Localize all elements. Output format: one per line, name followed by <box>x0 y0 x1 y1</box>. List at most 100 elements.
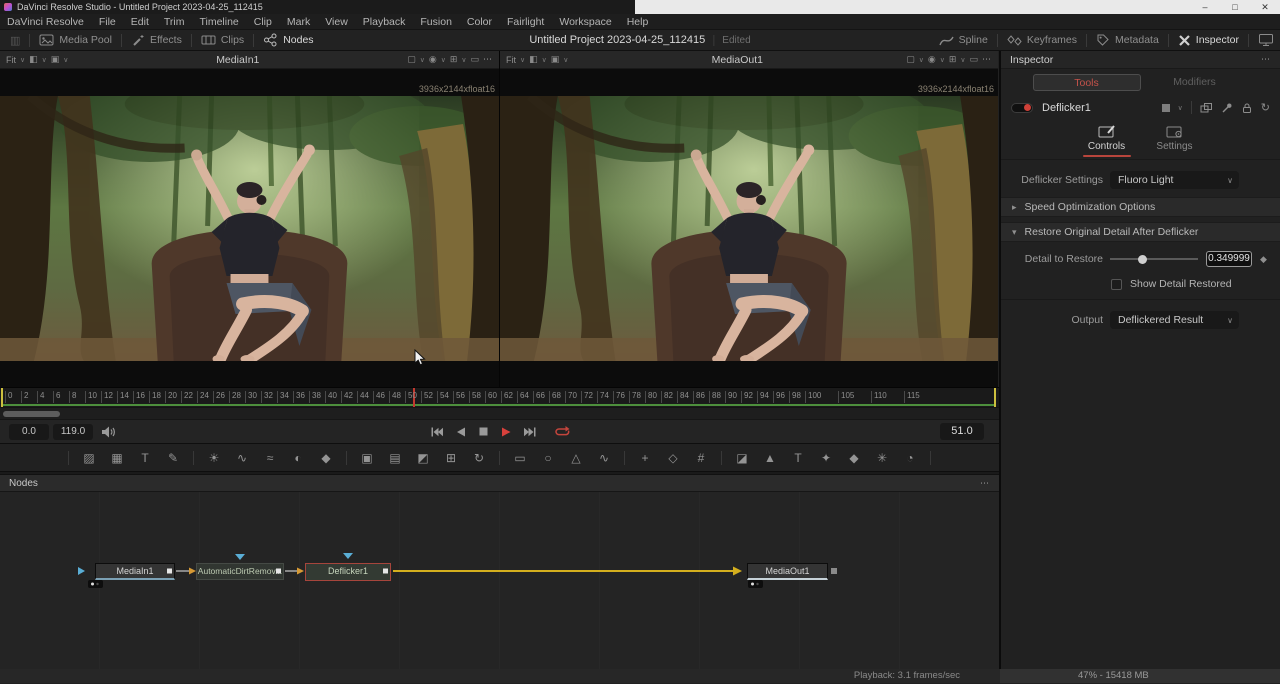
tool-image-plane-3d-icon[interactable]: ◪ <box>734 451 750 465</box>
page-switch-icon[interactable]: ▥ <box>10 34 20 47</box>
tool-color-corrector-icon[interactable]: ☀ <box>206 451 222 465</box>
pin-icon[interactable] <box>1221 102 1233 114</box>
node-canvas[interactable]: MediaIn1AutomaticDirtRemov...Deflicker1M… <box>0 492 999 669</box>
left-viewer-ab-icon[interactable]: ◧ <box>29 54 38 65</box>
nodes-button[interactable]: Nodes <box>263 33 313 47</box>
stop-button[interactable] <box>478 426 489 437</box>
tool-resize-icon[interactable]: ⊞ <box>443 451 459 465</box>
tab-controls[interactable]: Controls <box>1083 124 1131 158</box>
tool-particles-icon[interactable]: ✳ <box>874 451 890 465</box>
inspector-options-icon[interactable]: ⋯ <box>1261 54 1271 65</box>
minimize-icon[interactable]: – <box>1190 0 1220 14</box>
current-frame-field[interactable]: 51.0 <box>940 423 984 440</box>
right-viewer-roi-icon[interactable]: ⊞ <box>949 54 957 65</box>
goto-start-button[interactable] <box>430 426 444 438</box>
keyframes-button[interactable]: Keyframes <box>1007 34 1077 47</box>
tool-paint-icon[interactable]: ✎ <box>165 451 181 465</box>
menu-workspace[interactable]: Workspace <box>559 16 611 28</box>
in-point-field[interactable]: 0.0 <box>9 424 49 440</box>
right-viewer-options-icon[interactable]: ⋯ <box>982 54 992 65</box>
tool-text-3d-icon[interactable]: T <box>790 451 806 465</box>
menu-fairlight[interactable]: Fairlight <box>507 16 544 28</box>
metadata-button[interactable]: Metadata <box>1096 33 1159 47</box>
effects-button[interactable]: Effects <box>131 33 182 47</box>
maximize-icon[interactable]: □ <box>1220 0 1250 14</box>
menu-mark[interactable]: Mark <box>287 16 310 28</box>
left-viewer-zoom-dropdown[interactable]: Fit <box>6 55 16 65</box>
goto-end-button[interactable] <box>523 426 537 438</box>
menu-file[interactable]: File <box>99 16 116 28</box>
tool-brightness-contrast-icon[interactable]: ◐ <box>290 451 306 465</box>
lock-icon[interactable] <box>1241 102 1253 114</box>
tool-polygon-mask-icon[interactable]: △ <box>568 451 584 465</box>
tool-merge-3d-icon[interactable]: ◆ <box>846 451 862 465</box>
menu-view[interactable]: View <box>325 16 348 28</box>
right-viewer-overlay-icon[interactable]: ▢ <box>906 54 915 65</box>
left-viewer-overlay-icon[interactable]: ▢ <box>407 54 416 65</box>
show-detail-restored-checkbox[interactable] <box>1111 279 1122 290</box>
output-select[interactable]: Deflickered Result ∨ <box>1110 311 1239 329</box>
restore-detail-section[interactable]: ▾ Restore Original Detail After Deflicke… <box>1001 222 1280 242</box>
tab-settings[interactable]: Settings <box>1151 124 1199 158</box>
tool-color-curves-icon[interactable]: ∿ <box>234 451 250 465</box>
reset-icon[interactable]: ↻ <box>1261 101 1270 114</box>
menu-davinci-resolve[interactable]: DaVinci Resolve <box>7 16 84 28</box>
tool-bspline-mask-icon[interactable]: ∿ <box>596 451 612 465</box>
tool-ellipse-mask-icon[interactable]: ○ <box>540 451 556 465</box>
tool-shape-3d-icon[interactable]: ▲ <box>762 451 778 465</box>
menu-timeline[interactable]: Timeline <box>199 16 238 28</box>
speed-optimization-section[interactable]: ▸ Speed Optimization Options <box>1001 197 1280 217</box>
menu-trim[interactable]: Trim <box>164 16 185 28</box>
deflicker-settings-select[interactable]: Fluoro Light ∨ <box>1110 171 1239 189</box>
detail-to-restore-value[interactable]: 0.349999 <box>1206 251 1252 267</box>
node-mediaout1[interactable]: MediaOut1 <box>747 563 828 580</box>
play-button[interactable] <box>500 426 512 438</box>
tool-matte-control-icon[interactable]: ◩ <box>415 451 431 465</box>
detail-to-restore-slider[interactable] <box>1110 258 1198 260</box>
left-viewer-roi-icon[interactable]: ⊞ <box>450 54 458 65</box>
right-viewer-ab-icon[interactable]: ◧ <box>529 54 538 65</box>
node-color-chevron-icon[interactable]: ∨ <box>1178 104 1183 112</box>
tool-fast-noise-icon[interactable]: ▦ <box>109 451 125 465</box>
node-mediain1[interactable]: MediaIn1 <box>95 563 175 580</box>
tool-hue-curves-icon[interactable]: ≈ <box>262 451 278 465</box>
spline-button[interactable]: Spline <box>939 34 988 47</box>
menu-help[interactable]: Help <box>627 16 649 28</box>
nodes-panel-options-icon[interactable]: ⋯ <box>980 478 990 489</box>
timeline-scrollbar-thumb[interactable] <box>3 411 60 417</box>
menu-playback[interactable]: Playback <box>363 16 406 28</box>
left-viewer-expand-icon[interactable]: ▭ <box>470 54 479 65</box>
menu-clip[interactable]: Clip <box>254 16 272 28</box>
right-viewer-lut-icon[interactable]: ◉ <box>928 54 936 65</box>
loop-button[interactable] <box>554 425 570 438</box>
tool-grid-warp-icon[interactable]: # <box>693 451 709 465</box>
node-color-chip[interactable] <box>1162 104 1170 112</box>
play-reverse-button[interactable] <box>455 426 467 438</box>
tool-merge-icon[interactable]: ▣ <box>359 451 375 465</box>
tool-transform-icon[interactable]: ↻ <box>471 451 487 465</box>
left-viewer-channel-icon[interactable]: ▣ <box>51 54 60 65</box>
versions-icon[interactable] <box>1200 102 1213 114</box>
tab-modifiers[interactable]: Modifiers <box>1141 74 1249 91</box>
inspector-button[interactable]: Inspector <box>1178 34 1239 47</box>
close-icon[interactable]: ✕ <box>1250 0 1280 14</box>
node-automaticdirtremov[interactable]: AutomaticDirtRemov... <box>196 563 284 580</box>
tool-planar-tracker-icon[interactable]: ◇ <box>665 451 681 465</box>
tool-rectangle-mask-icon[interactable]: ▭ <box>512 451 528 465</box>
tool-renderer-3d-icon[interactable]: ◔ <box>902 451 918 465</box>
left-viewer-lut-icon[interactable]: ◉ <box>429 54 437 65</box>
tool-tracker-icon[interactable]: + <box>637 451 653 465</box>
keyframe-diamond-icon[interactable]: ◆ <box>1260 254 1267 265</box>
left-viewer-options-icon[interactable]: ⋯ <box>483 54 493 65</box>
clips-button[interactable]: Clips <box>201 33 244 47</box>
clean-feed-monitor-icon[interactable] <box>1258 33 1274 47</box>
right-viewer-channel-icon[interactable]: ▣ <box>551 54 560 65</box>
menu-fusion[interactable]: Fusion <box>420 16 452 28</box>
menu-color[interactable]: Color <box>467 16 492 28</box>
audio-mute-icon[interactable] <box>101 425 117 439</box>
tool-spot-light-icon[interactable]: ✦ <box>818 451 834 465</box>
tool-background-icon[interactable]: ▨ <box>81 451 97 465</box>
media-pool-button[interactable]: Media Pool <box>39 33 112 47</box>
timeline-ruler[interactable]: 0246810121416182022242628303234363840424… <box>0 387 999 407</box>
tool-text-icon[interactable]: T <box>137 451 153 465</box>
